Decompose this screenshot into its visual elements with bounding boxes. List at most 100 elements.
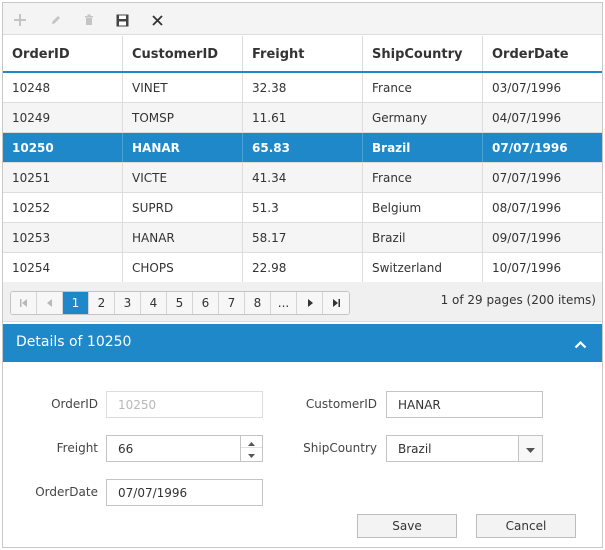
spin-down-button[interactable] (241, 448, 262, 460)
page-button-4[interactable]: 4 (141, 292, 167, 314)
grid-content: 10248 VINET 32.38 France 03/07/1996 1024… (3, 73, 602, 283)
cell-orderid: 10251 (3, 163, 123, 192)
table-row[interactable]: 10252 SUPRD 51.3 Belgium 08/07/1996 (3, 193, 602, 223)
cell-orderdate: 07/07/1996 (492, 141, 568, 155)
details-header: Details of 10250 (3, 324, 602, 362)
column-header-freight[interactable]: Freight (243, 36, 363, 71)
pager-buttons: 1 2 3 4 5 6 7 8 ... (10, 291, 350, 315)
cell-freight: 65.83 (243, 133, 363, 162)
cancel-edit-button[interactable] (146, 9, 168, 31)
first-page-icon (19, 296, 28, 310)
save-icon (116, 14, 129, 27)
page-button-7[interactable]: 7 (219, 292, 245, 314)
grid-toolbar (3, 3, 602, 35)
cell-orderdate: 03/07/1996 (492, 81, 562, 95)
prev-page-button[interactable] (37, 292, 63, 314)
customerid-field[interactable]: HANAR (386, 391, 543, 418)
dropdown-toggle[interactable] (518, 436, 542, 461)
orderdate-label: OrderDate (35, 485, 98, 499)
details-form: OrderID 10250 CustomerID HANAR Freight 6… (3, 362, 602, 547)
cell-orderid: 10254 (3, 253, 123, 282)
cell-freight: 58.17 (243, 223, 363, 252)
add-button[interactable] (9, 9, 31, 31)
cell-orderid: 10249 (3, 103, 123, 132)
table-row-selected[interactable]: 10250 HANAR 65.83 Brazil 07/07/1996 (3, 133, 602, 163)
cell-customerid: VINET (123, 73, 243, 102)
last-page-button[interactable] (323, 292, 349, 314)
pencil-icon (50, 14, 62, 26)
cell-orderdate: 04/07/1996 (492, 111, 562, 125)
collapse-button[interactable] (572, 336, 588, 350)
cancel-button[interactable]: Cancel (476, 514, 576, 538)
cell-customerid: VICTE (123, 163, 243, 192)
more-pages-button[interactable]: ... (271, 292, 297, 314)
chevron-right-icon (307, 296, 313, 310)
delete-button[interactable] (78, 9, 100, 31)
customerid-label: CustomerID (305, 397, 377, 411)
page-button-6[interactable]: 6 (193, 292, 219, 314)
cell-shipcountry: Belgium (363, 193, 483, 222)
column-header-customerid[interactable]: CustomerID (123, 36, 243, 71)
caret-down-icon (248, 441, 255, 467)
column-header-shipcountry[interactable]: ShipCountry (363, 36, 483, 71)
cell-freight: 11.61 (243, 103, 363, 132)
cell-customerid: HANAR (123, 223, 243, 252)
chevron-left-icon (46, 296, 53, 310)
cell-freight: 22.98 (243, 253, 363, 282)
cell-shipcountry: Brazil (363, 133, 483, 162)
cell-shipcountry: Switzerland (363, 253, 483, 282)
cell-customerid: SUPRD (123, 193, 243, 222)
table-row[interactable]: 10253 HANAR 58.17 Brazil 09/07/1996 (3, 223, 602, 253)
cell-freight: 32.38 (243, 73, 363, 102)
chevron-down-icon (526, 436, 535, 462)
cell-orderdate: 10/07/1996 (492, 261, 562, 275)
cell-orderid: 10248 (3, 73, 123, 102)
cell-orderdate: 08/07/1996 (492, 201, 562, 215)
cell-shipcountry: Brazil (363, 223, 483, 252)
save-button[interactable]: Save (357, 514, 457, 538)
close-icon (151, 14, 163, 26)
freight-spinner (240, 436, 262, 461)
orderid-field: 10250 (106, 391, 263, 418)
shipcountry-label: ShipCountry (303, 441, 377, 455)
table-row[interactable]: 10249 TOMSP 11.61 Germany 04/07/1996 (3, 103, 602, 133)
details-title: Details of 10250 (16, 334, 132, 350)
grid-pager: 1 2 3 4 5 6 7 8 ... 1 of 29 pages (200 i… (3, 282, 602, 322)
orderid-label: OrderID (51, 397, 98, 411)
orderdate-field[interactable]: 07/07/1996 (106, 479, 263, 506)
column-header-orderdate[interactable]: OrderDate (483, 36, 602, 71)
update-button[interactable] (111, 9, 133, 31)
freight-label: Freight (56, 441, 98, 455)
cell-freight: 41.34 (243, 163, 363, 192)
first-page-button[interactable] (11, 292, 37, 314)
cell-shipcountry: France (363, 73, 483, 102)
trash-icon (83, 14, 95, 26)
chevron-up-icon (574, 334, 587, 353)
cell-orderid: 10252 (3, 193, 123, 222)
plus-icon (14, 14, 26, 26)
shipcountry-dropdown[interactable]: Brazil (386, 435, 543, 462)
table-row[interactable]: 10254 CHOPS 22.98 Switzerland 10/07/1996 (3, 253, 602, 283)
page-button-8[interactable]: 8 (245, 292, 271, 314)
freight-numeric-input[interactable]: 66 (106, 435, 263, 462)
cell-shipcountry: Germany (363, 103, 483, 132)
page-button-1[interactable]: 1 (63, 292, 89, 314)
edit-button[interactable] (45, 9, 67, 31)
table-row[interactable]: 10251 VICTE 41.34 France 07/07/1996 (3, 163, 602, 193)
page-button-3[interactable]: 3 (115, 292, 141, 314)
column-header-orderid[interactable]: OrderID (3, 36, 123, 71)
cell-customerid: TOMSP (123, 103, 243, 132)
page-button-5[interactable]: 5 (167, 292, 193, 314)
last-page-icon (332, 296, 340, 310)
cell-shipcountry: France (363, 163, 483, 192)
freight-value: 66 (118, 442, 134, 456)
shipcountry-value: Brazil (398, 442, 432, 456)
cell-orderdate: 07/07/1996 (492, 171, 562, 185)
data-grid: OrderID CustomerID Freight ShipCountry O… (2, 2, 603, 548)
table-row[interactable]: 10248 VINET 32.38 France 03/07/1996 (3, 73, 602, 103)
grid-header: OrderID CustomerID Freight ShipCountry O… (3, 36, 602, 73)
next-page-button[interactable] (297, 292, 323, 314)
cell-orderdate: 09/07/1996 (492, 231, 562, 245)
cell-customerid: HANAR (123, 133, 243, 162)
page-button-2[interactable]: 2 (89, 292, 115, 314)
